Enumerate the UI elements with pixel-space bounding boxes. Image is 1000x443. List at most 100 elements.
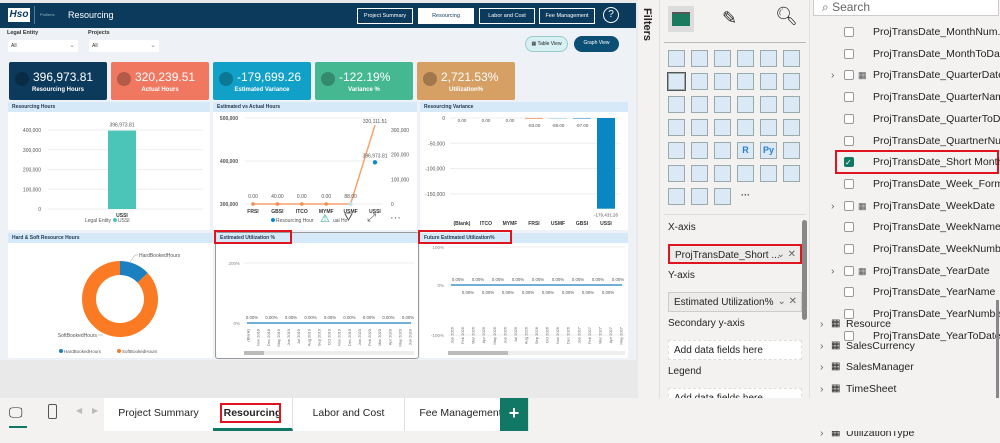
- viz-ribbon-icon[interactable]: [668, 96, 685, 113]
- filters-pane-collapsed[interactable]: Filters: [638, 0, 660, 398]
- viz-power-apps-icon[interactable]: [783, 165, 800, 182]
- field-checkbox[interactable]: [844, 113, 854, 124]
- viz-line-column-icon[interactable]: [760, 73, 777, 90]
- field-checkbox[interactable]: [844, 200, 854, 211]
- field-checkbox[interactable]: [844, 70, 854, 81]
- viz-area-icon[interactable]: [691, 73, 708, 90]
- expand-chevron-icon[interactable]: ›: [820, 379, 824, 399]
- viz-smart-narrative-icon[interactable]: [714, 165, 731, 182]
- scrollbar[interactable]: [802, 220, 807, 320]
- projects-dropdown[interactable]: All ⌄: [89, 40, 159, 52]
- estimated-vs-actual-visual[interactable]: Estimated vs Actual Hours 300,000 400,000 5…: [213, 102, 417, 230]
- expand-chevron-icon[interactable]: ›: [820, 336, 824, 356]
- estimated-utilization-visual[interactable]: Estimated Utilization % 0% 200% (Blank) Nov …: [215, 232, 419, 359]
- viz-azure-map-icon[interactable]: [737, 119, 754, 136]
- more-options-icon[interactable]: ···: [390, 212, 401, 225]
- viz-paginated-report-icon[interactable]: [760, 165, 777, 182]
- field-item[interactable]: › ▦ ProjTransDate_YearDate: [811, 261, 1000, 281]
- future-estimated-utilization-visual[interactable]: Future Estimated Utilization% 100% 0% -100%…: [420, 233, 628, 358]
- focus-mode-icon[interactable]: ⤢: [367, 212, 376, 225]
- field-item[interactable]: ProjTransDate_QuarterToD...: [811, 109, 1000, 129]
- field-item[interactable]: ProjTransDate_WeekName: [811, 217, 1000, 237]
- expand-chevron-icon[interactable]: ›: [820, 357, 824, 377]
- viz-power-automate-icon[interactable]: [668, 188, 685, 205]
- build-visual-icon[interactable]: [668, 6, 694, 32]
- viz-100-area-icon[interactable]: [737, 73, 754, 90]
- help-icon[interactable]: ?: [603, 7, 619, 23]
- field-checkbox[interactable]: [844, 244, 854, 254]
- legal-entity-dropdown[interactable]: All ⌄: [8, 40, 78, 52]
- field-checkbox[interactable]: [844, 92, 854, 103]
- viz-r-visual-icon[interactable]: R: [737, 142, 754, 159]
- viz-table-icon[interactable]: [691, 142, 708, 159]
- table-item[interactable]: › ▦ Resource: [811, 314, 1000, 334]
- viz-scatter-icon[interactable]: [737, 96, 754, 113]
- field-item[interactable]: ProjTransDate_YearName: [811, 282, 1000, 302]
- field-item[interactable]: ✓ ProjTransDate_Short Month: [835, 150, 1000, 175]
- field-item[interactable]: › ▦ ProjTransDate_WeekDate: [811, 196, 1000, 216]
- hard-soft-hours-visual[interactable]: Hard & Soft Resource Hours HardBookedHour…: [8, 233, 213, 358]
- resourcing-hours-visual[interactable]: Resourcing Hours 0 100,000 200,000 300,000 40…: [8, 102, 210, 230]
- viz-stacked-column-icon[interactable]: [691, 50, 708, 67]
- desktop-layout-icon[interactable]: 🖵: [9, 404, 23, 421]
- viz-diamond-icon[interactable]: [691, 188, 708, 205]
- drop-zone[interactable]: Add data fields here: [668, 340, 802, 360]
- field-item[interactable]: ProjTransDate_MonthToDate: [811, 44, 1000, 64]
- field-checkbox[interactable]: [844, 178, 854, 189]
- expand-chevron-icon[interactable]: ›: [820, 314, 824, 334]
- viz-stacked-bar-icon[interactable]: [668, 50, 685, 67]
- expand-chevron-icon[interactable]: ›: [831, 196, 835, 216]
- expand-chevron-icon[interactable]: ›: [831, 65, 835, 85]
- viz-waterfall-icon[interactable]: [691, 96, 708, 113]
- filter-icon[interactable]: ⛛: [344, 212, 353, 225]
- viz-decomposition-tree-icon[interactable]: [668, 165, 685, 182]
- search-input[interactable]: ⌕ Search: [813, 0, 999, 16]
- viz-funnel-icon[interactable]: [714, 96, 731, 113]
- field-item[interactable]: ProjTransDate_MonthNum...: [811, 22, 1000, 42]
- page-tab-project-summary[interactable]: Project Summary: [104, 398, 214, 431]
- table-view-button[interactable]: ▦ Table View: [525, 36, 568, 52]
- viz-donut-icon[interactable]: [783, 96, 800, 113]
- viz-kpi-icon[interactable]: [783, 119, 800, 136]
- nav-fee-management[interactable]: Fee Management: [539, 8, 595, 24]
- chevron-down-icon[interactable]: ⌄ ✕: [776, 249, 796, 260]
- viz-key-influencers-icon[interactable]: [783, 142, 800, 159]
- add-page-button[interactable]: +: [500, 398, 529, 431]
- page-tab-labor-and-cost[interactable]: Labor and Cost: [293, 398, 405, 431]
- viz-more-icon[interactable]: ···: [737, 188, 754, 205]
- viz-map-icon[interactable]: [691, 119, 708, 136]
- field-chip[interactable]: ProjTransDate_Short ... ⌄ ✕: [668, 244, 802, 264]
- field-item[interactable]: ProjTransDate_Week_Format: [811, 174, 1000, 194]
- warning-icon[interactable]: ⚠: [320, 212, 330, 225]
- nav-project-summary[interactable]: Project Summary: [357, 8, 413, 24]
- viz-treemap-icon[interactable]: [668, 119, 685, 136]
- viz-clustered-column-icon[interactable]: [737, 50, 754, 67]
- field-item[interactable]: ProjTransDate_QuarterName: [811, 87, 1000, 107]
- field-item[interactable]: ProjTransDate_WeekNumber: [811, 239, 1000, 259]
- format-visual-icon[interactable]: ✎: [722, 8, 737, 29]
- expand-chevron-icon[interactable]: ›: [831, 261, 835, 281]
- viz-gauge-icon[interactable]: [760, 119, 777, 136]
- viz-100-bar-icon[interactable]: [760, 50, 777, 67]
- viz-qa-icon[interactable]: [691, 165, 708, 182]
- viz-chevron-icon[interactable]: [714, 188, 731, 205]
- resourcing-variance-visual[interactable]: Resourcing Variance 0 -50,000 -100,000 -150,…: [420, 102, 628, 230]
- scroll-left-icon[interactable]: ◀: [76, 406, 82, 415]
- field-item[interactable]: › ▦ ProjTransDate_QuarterDate: [811, 65, 1000, 85]
- field-checkbox[interactable]: [844, 287, 854, 298]
- graph-view-button[interactable]: Graph View: [574, 36, 619, 52]
- table-item[interactable]: › ▦ SalesCurrency: [811, 336, 1000, 356]
- viz-stacked-area-icon[interactable]: [714, 73, 731, 90]
- viz-trophy-icon[interactable]: [737, 165, 754, 182]
- viz-line-icon[interactable]: [667, 72, 686, 91]
- field-item[interactable]: ProjTransDate_QuartnerNu...: [811, 131, 1000, 151]
- nav-resourcing[interactable]: Resourcing: [418, 8, 474, 24]
- field-checkbox[interactable]: [844, 27, 854, 37]
- field-checkbox[interactable]: [844, 48, 854, 59]
- viz-filled-map-icon[interactable]: [714, 119, 731, 136]
- analytics-icon[interactable]: 🔍︎: [775, 6, 798, 27]
- viz-slicer-icon[interactable]: [668, 142, 685, 159]
- table-item[interactable]: › ▦ SalesManager: [811, 357, 1000, 377]
- viz-100-column-icon[interactable]: [783, 50, 800, 67]
- scroll-right-icon[interactable]: ▶: [92, 406, 98, 415]
